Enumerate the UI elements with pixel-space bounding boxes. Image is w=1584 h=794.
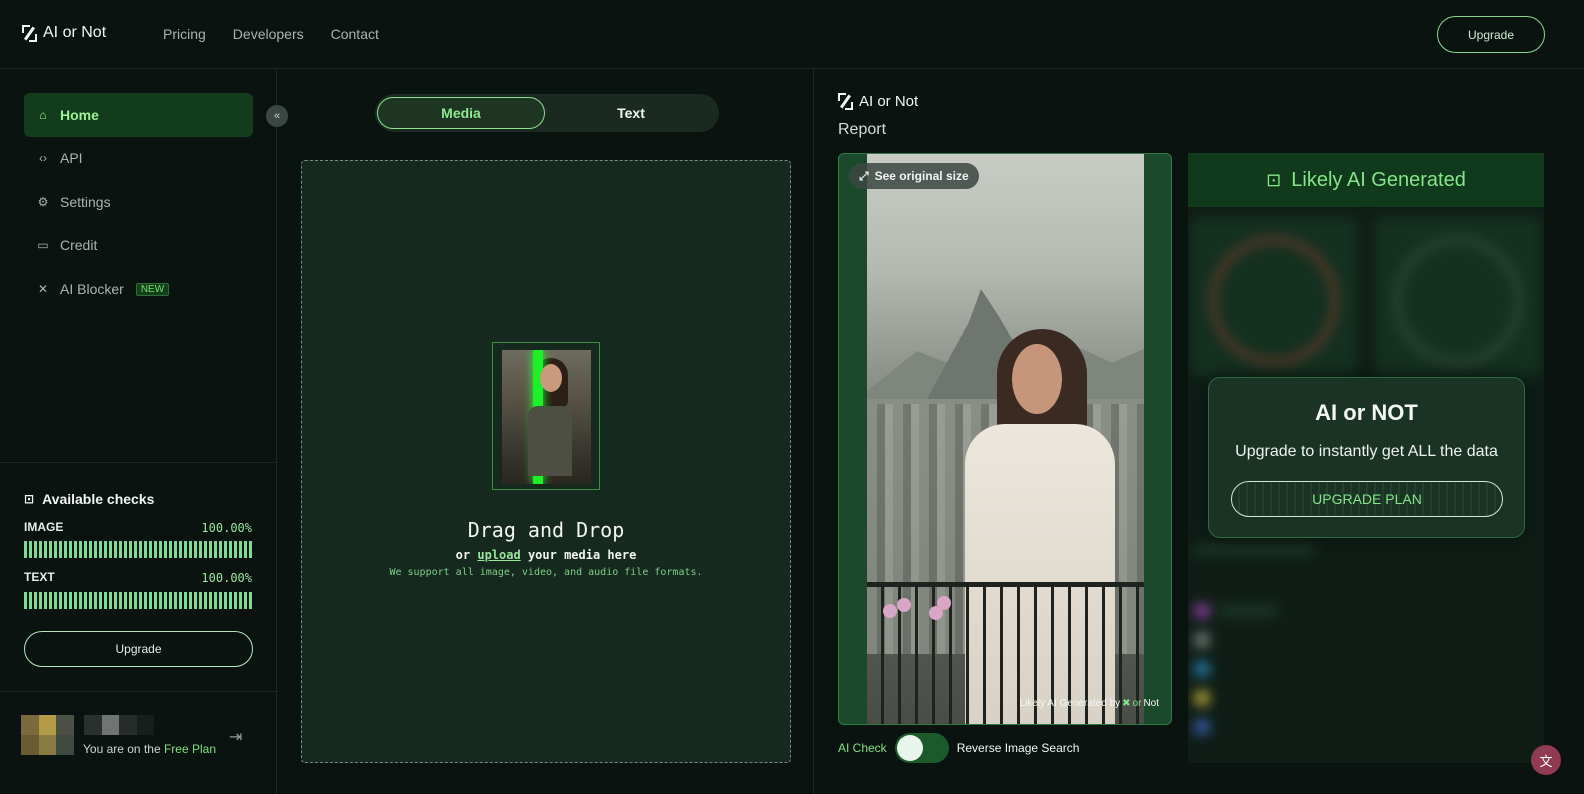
ai-check-label: AI Check: [838, 741, 887, 755]
sidebar-item-label: AI Blocker: [60, 281, 124, 297]
preview-image: [502, 350, 591, 484]
upgrade-upsell-card: AI or NOT Upgrade to instantly get ALL t…: [1208, 377, 1525, 538]
logo[interactable]: AI or Not: [22, 24, 106, 42]
user-name: [84, 715, 154, 735]
drop-subtitle: or upload your media here: [455, 548, 637, 562]
tab-text[interactable]: Text: [547, 97, 715, 129]
nav-links: Pricing Developers Contact: [163, 26, 379, 42]
plan-text: You are on the Free Plan: [83, 742, 216, 756]
sidebar-item-ai-blocker[interactable]: ✕ AI Blocker NEW: [24, 267, 253, 311]
media-text-switch: Media Text: [375, 94, 719, 132]
verdict-header: ⊡ Likely AI Generated: [1188, 153, 1544, 207]
checks-icon: ⊡: [24, 492, 35, 506]
user-box: You are on the Free Plan ⇥: [0, 691, 277, 794]
nav-link-developers[interactable]: Developers: [233, 26, 304, 42]
credit-icon: ▭: [37, 238, 49, 252]
upsell-title: AI or NOT: [1315, 400, 1418, 425]
ai-watermark: Likely AI Generated by ✖ or Not: [1019, 698, 1159, 709]
logo-icon: [838, 93, 853, 110]
top-nav: AI or Not Pricing Developers Contact Upg…: [0, 0, 1584, 69]
nav-link-contact[interactable]: Contact: [331, 26, 379, 42]
upgrade-plan-button[interactable]: UPGRADE PLAN: [1231, 481, 1503, 517]
translate-icon[interactable]: 文: [1531, 745, 1561, 775]
sidebar-item-home[interactable]: ⌂ Home: [24, 93, 253, 137]
watermark-logo-icon: ✖: [1122, 698, 1131, 709]
x-icon: ✕: [37, 282, 49, 296]
image-check-bar: [24, 541, 253, 558]
nav-link-pricing[interactable]: Pricing: [163, 26, 206, 42]
analyzed-image-card: ⤢ See original size Likely AI Generated …: [838, 153, 1172, 725]
drop-note: We support all image, video, and audio f…: [389, 567, 703, 578]
reverse-search-label: Reverse Image Search: [956, 741, 1080, 755]
logo-icon: [22, 24, 37, 42]
sidebar-item-settings[interactable]: ⚙ Settings: [24, 180, 253, 224]
sidebar-item-credit[interactable]: ▭ Credit: [24, 223, 253, 267]
drop-title: Drag and Drop: [467, 518, 625, 542]
text-check-label: TEXT: [24, 570, 55, 584]
upload-link[interactable]: upload: [477, 548, 520, 562]
check-mode-toggle-row: AI Check Reverse Image Search: [838, 733, 1079, 763]
checks-title: ⊡ Available checks: [24, 491, 155, 507]
expand-icon: ⤢: [859, 168, 869, 183]
upload-panel: Media Text Drag and Drop or upload your …: [277, 69, 814, 794]
sidebar-item-label: API: [60, 150, 83, 166]
sidebar-item-label: Credit: [60, 237, 98, 253]
drop-zone[interactable]: Drag and Drop or upload your media here …: [301, 160, 791, 763]
code-icon: ‹›: [39, 151, 47, 165]
collapse-sidebar-icon[interactable]: «: [266, 105, 288, 127]
mode-toggle[interactable]: [894, 733, 949, 763]
image-check-value: 100.00%: [201, 521, 252, 535]
scan-icon: ⊡: [1266, 169, 1282, 190]
verdict-text: Likely AI Generated: [1291, 168, 1466, 191]
logo-text: AI or Not: [43, 24, 107, 41]
text-check-value: 100.00%: [201, 571, 252, 585]
sidebar-item-label: Home: [60, 107, 99, 123]
sidebar-item-label: Settings: [60, 194, 111, 210]
sidebar: ⌂ Home ‹› API ⚙ Settings ▭ Credit ✕ AI B…: [0, 69, 277, 794]
available-checks: ⊡ Available checks IMAGE 100.00% TEXT 10…: [0, 462, 277, 692]
image-check-label: IMAGE: [24, 520, 64, 534]
sidebar-item-api[interactable]: ‹› API: [24, 136, 253, 180]
text-check-bar: [24, 592, 253, 609]
report-logo: AI or Not: [838, 93, 918, 110]
avatar[interactable]: [21, 715, 74, 755]
upgrade-button-top[interactable]: Upgrade: [1437, 16, 1545, 53]
report-title: Report: [838, 121, 887, 138]
logout-icon[interactable]: ⇥: [229, 727, 251, 749]
gear-icon: ⚙: [37, 195, 49, 209]
new-badge: NEW: [135, 282, 170, 296]
analyzed-image: [867, 154, 1144, 724]
upgrade-button-sidebar[interactable]: Upgrade: [24, 631, 253, 667]
scan-preview: [492, 342, 600, 490]
plan-name[interactable]: Free Plan: [164, 742, 216, 756]
see-original-size-button[interactable]: ⤢ See original size: [849, 163, 979, 189]
home-icon: ⌂: [39, 108, 47, 122]
tab-media[interactable]: Media: [377, 97, 545, 129]
upsell-text: Upgrade to instantly get ALL the data: [1235, 443, 1498, 460]
